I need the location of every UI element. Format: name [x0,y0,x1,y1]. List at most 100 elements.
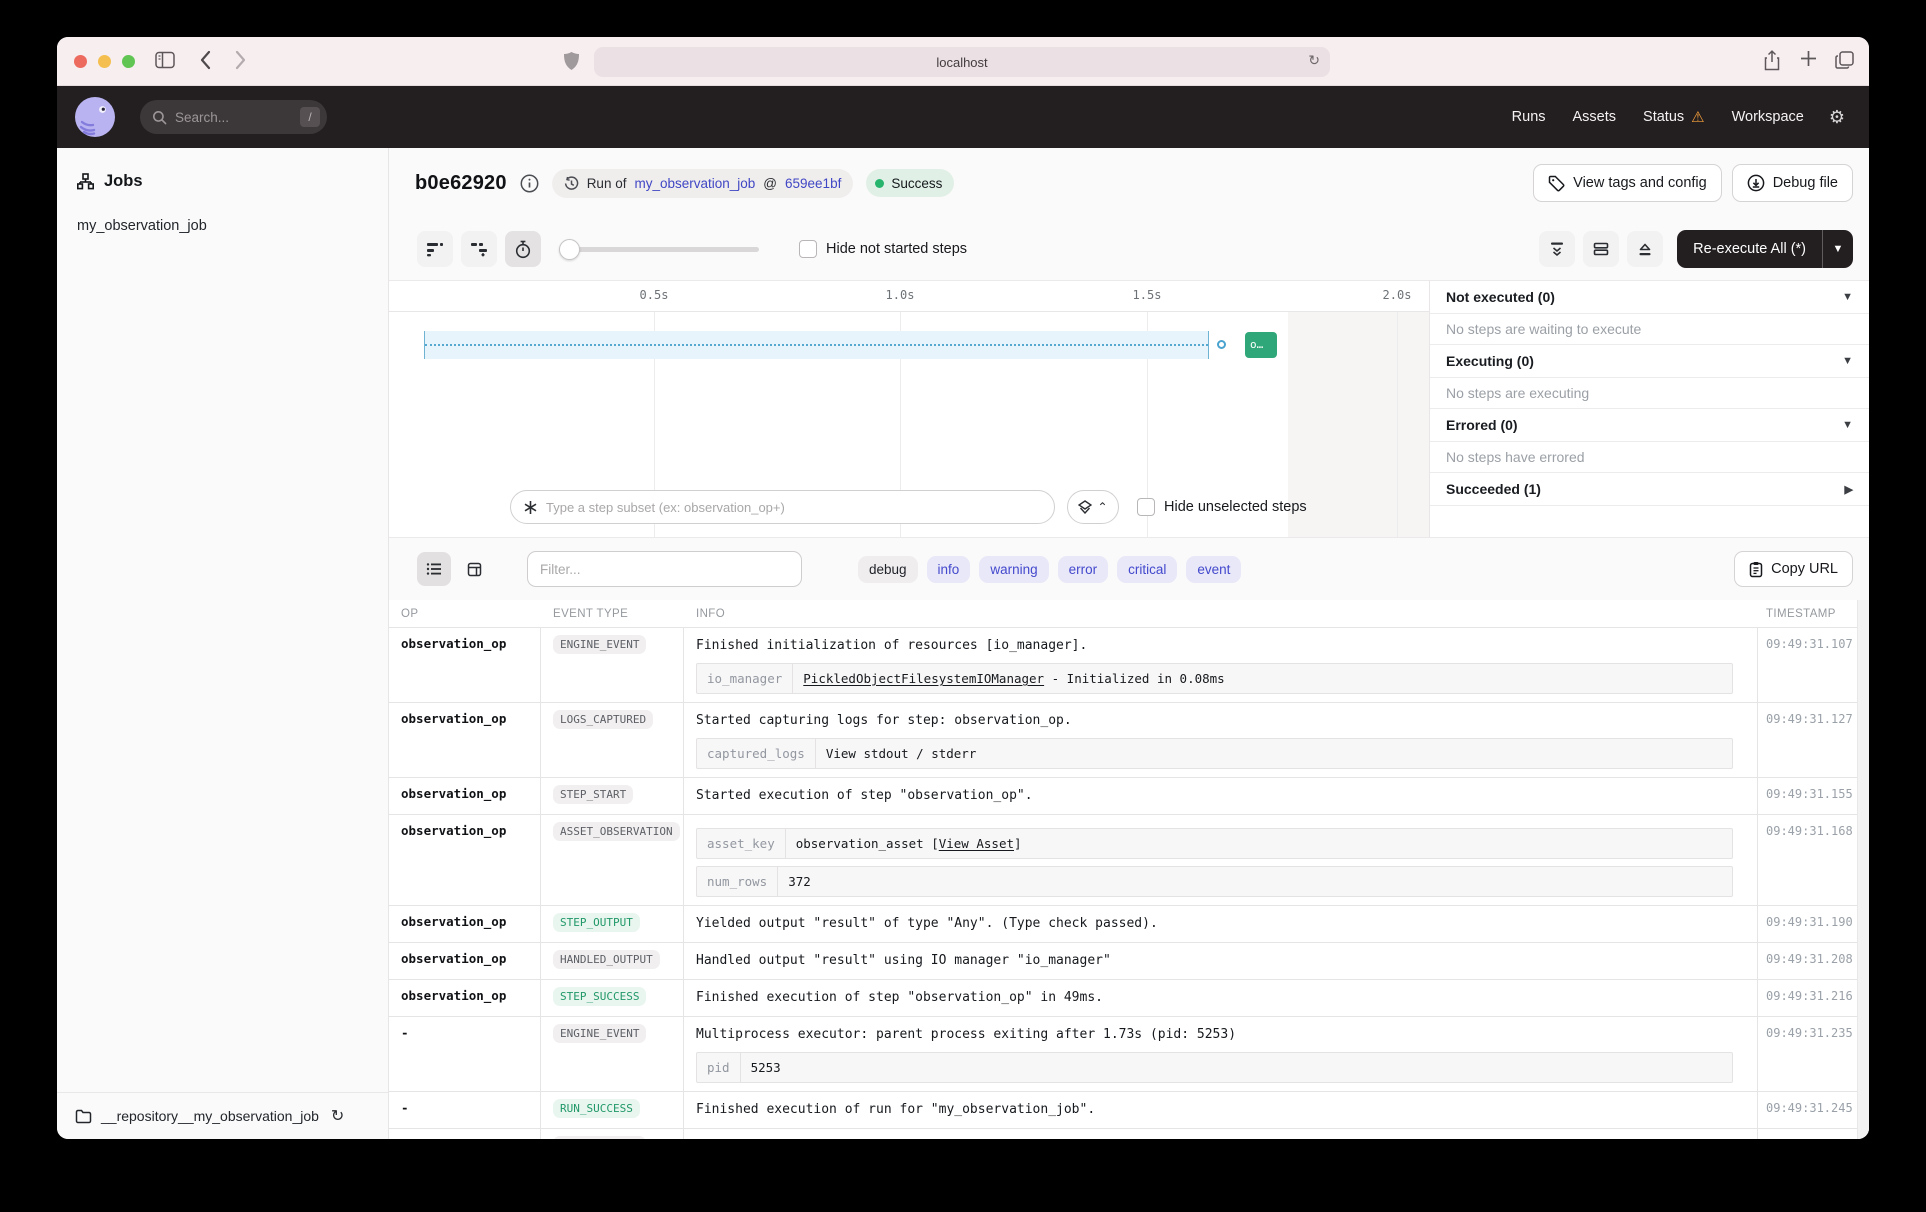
zoom-slider[interactable] [559,239,759,260]
timer-icon[interactable] [505,231,541,267]
log-message: Handled output "result" using IO manager… [696,949,1733,971]
column-event-type: EVENT TYPE [541,608,684,620]
copy-url-button[interactable]: Copy URL [1734,551,1853,587]
reexecute-all-button[interactable]: Re-execute All (*) ▼ [1677,230,1853,268]
job-tree-icon [77,173,94,190]
privacy-shield-icon[interactable] [563,51,580,71]
list-view-icon[interactable] [417,552,451,586]
debug-file-button[interactable]: Debug file [1732,164,1853,202]
reload-icon[interactable]: ↻ [1308,52,1320,69]
log-info: Yielded output "result" of type "Any". (… [684,906,1758,942]
commit-link[interactable]: 659ee1bf [785,176,841,191]
log-row[interactable]: observation_opASSET_OBSERVATIONasset_key… [389,815,1869,906]
metadata-link[interactable]: View Asset [939,836,1014,851]
step-subset-input[interactable] [546,500,1042,515]
search-input[interactable] [175,110,292,125]
nav-status[interactable]: Status⚠ [1643,108,1705,126]
log-row[interactable]: observation_opENGINE_EVENTFinished initi… [389,628,1869,703]
event-type-badge: ASSET_OBSERVATION [553,822,680,841]
info-icon[interactable] [520,174,539,193]
log-op: observation_op [389,980,541,1016]
zoom-window-button[interactable] [122,55,135,68]
log-timestamp: 09:49:31.127 [1758,703,1869,777]
collapse-up-icon[interactable] [1627,231,1663,267]
log-row[interactable]: -ENGINE_EVENTProcess for run exited (pid… [389,1129,1869,1139]
log-row[interactable]: -RUN_SUCCESSFinished execution of run fo… [389,1092,1869,1129]
log-scrollbar[interactable] [1857,600,1869,1139]
section-not-executed[interactable]: Not executed (0) ▼ [1430,281,1869,314]
metadata-value: View stdout / stderr [816,739,987,768]
nav-assets[interactable]: Assets [1573,109,1617,125]
nav-workspace[interactable]: Workspace [1732,109,1804,125]
url-bar[interactable]: localhost ↻ [594,47,1330,77]
gantt-event-marker-icon[interactable] [1217,340,1226,349]
log-info: Started execution of step "observation_o… [684,778,1758,814]
chevron-right-icon[interactable]: ▶ [1845,483,1853,496]
chevron-down-icon[interactable]: ▼ [1842,355,1853,367]
structured-view-icon[interactable] [457,552,491,586]
settings-gear-icon[interactable]: ⚙ [1829,107,1845,128]
checkbox-icon[interactable] [1137,498,1155,516]
minimize-window-button[interactable] [98,55,111,68]
level-chip-debug[interactable]: debug [858,556,918,583]
column-info: INFO [684,608,1758,620]
log-timestamp: 09:49:31.265 [1758,1129,1869,1139]
hide-unselected-checkbox[interactable]: Hide unselected steps [1137,498,1307,516]
log-event-type: RUN_SUCCESS [541,1092,684,1128]
log-event-type: STEP_OUTPUT [541,906,684,942]
global-search[interactable]: / [140,100,327,134]
log-info: Started capturing logs for step: observa… [684,703,1758,777]
log-row[interactable]: observation_opSTEP_STARTStarted executio… [389,778,1869,815]
slider-knob[interactable] [559,239,580,260]
event-type-badge: STEP_SUCCESS [553,987,646,1006]
share-icon[interactable] [1763,50,1781,71]
log-table: OP EVENT TYPE INFO TIMESTAMP observation… [389,600,1869,1139]
section-errored[interactable]: Errored (0) ▼ [1430,409,1869,442]
chevron-down-icon[interactable]: ▼ [1842,291,1853,303]
log-op: - [389,1017,541,1091]
forward-button[interactable] [235,50,246,70]
log-filter-input[interactable] [540,562,789,577]
tab-overview-icon[interactable] [1835,50,1855,70]
desktop-background: localhost ↻ [0,0,1926,1212]
rows-icon[interactable] [1583,231,1619,267]
level-chip-event[interactable]: event [1186,556,1241,583]
step-subset-input-wrap[interactable] [510,490,1055,524]
log-filter-wrap[interactable] [527,551,802,587]
close-window-button[interactable] [74,55,87,68]
sidebar-toggle-icon[interactable] [155,51,175,69]
hide-not-started-checkbox[interactable]: Hide not started steps [799,240,967,258]
refresh-icon[interactable]: ↻ [331,1106,344,1126]
new-tab-icon[interactable] [1799,49,1818,68]
dagster-logo[interactable] [74,96,116,138]
log-row[interactable]: -ENGINE_EVENTMultiprocess executor: pare… [389,1017,1869,1092]
job-link[interactable]: my_observation_job [634,176,755,191]
sidebar-item-my-observation-job[interactable]: my_observation_job [57,218,388,234]
repository-row[interactable]: __repository__my_observation_job ↻ [57,1092,388,1139]
nav-runs[interactable]: Runs [1512,109,1546,125]
event-type-badge: ENGINE_EVENT [553,1136,646,1139]
level-chip-info[interactable]: info [927,556,971,583]
graph-query-toggle-button[interactable]: ⌃ [1067,490,1119,524]
log-row[interactable]: observation_opSTEP_SUCCESSFinished execu… [389,980,1869,1017]
chevron-down-icon[interactable]: ▼ [1842,419,1853,431]
level-chip-warning[interactable]: warning [979,556,1048,583]
log-row[interactable]: observation_opLOGS_CAPTUREDStarted captu… [389,703,1869,778]
view-tags-config-button[interactable]: View tags and config [1533,164,1722,202]
section-executing[interactable]: Executing (0) ▼ [1430,345,1869,378]
flat-gantt-icon[interactable] [417,231,453,267]
level-chip-error[interactable]: error [1058,556,1109,583]
back-button[interactable] [200,50,211,70]
at-symbol: @ [763,176,777,191]
gantt-step-observation-op[interactable]: o… [1245,332,1277,358]
log-row[interactable]: observation_opHANDLED_OUTPUTHandled outp… [389,943,1869,980]
reexecute-dropdown-caret[interactable]: ▼ [1822,230,1853,268]
level-chip-critical[interactable]: critical [1117,556,1177,583]
log-row[interactable]: observation_opSTEP_OUTPUTYielded output … [389,906,1869,943]
waterfall-gantt-icon[interactable] [461,231,497,267]
metadata-key: captured_logs [697,739,816,768]
checkbox-icon[interactable] [799,240,817,258]
section-succeeded[interactable]: Succeeded (1) ▶ [1430,473,1869,506]
metadata-link[interactable]: PickledObjectFilesystemIOManager [803,671,1044,686]
expand-down-icon[interactable] [1539,231,1575,267]
